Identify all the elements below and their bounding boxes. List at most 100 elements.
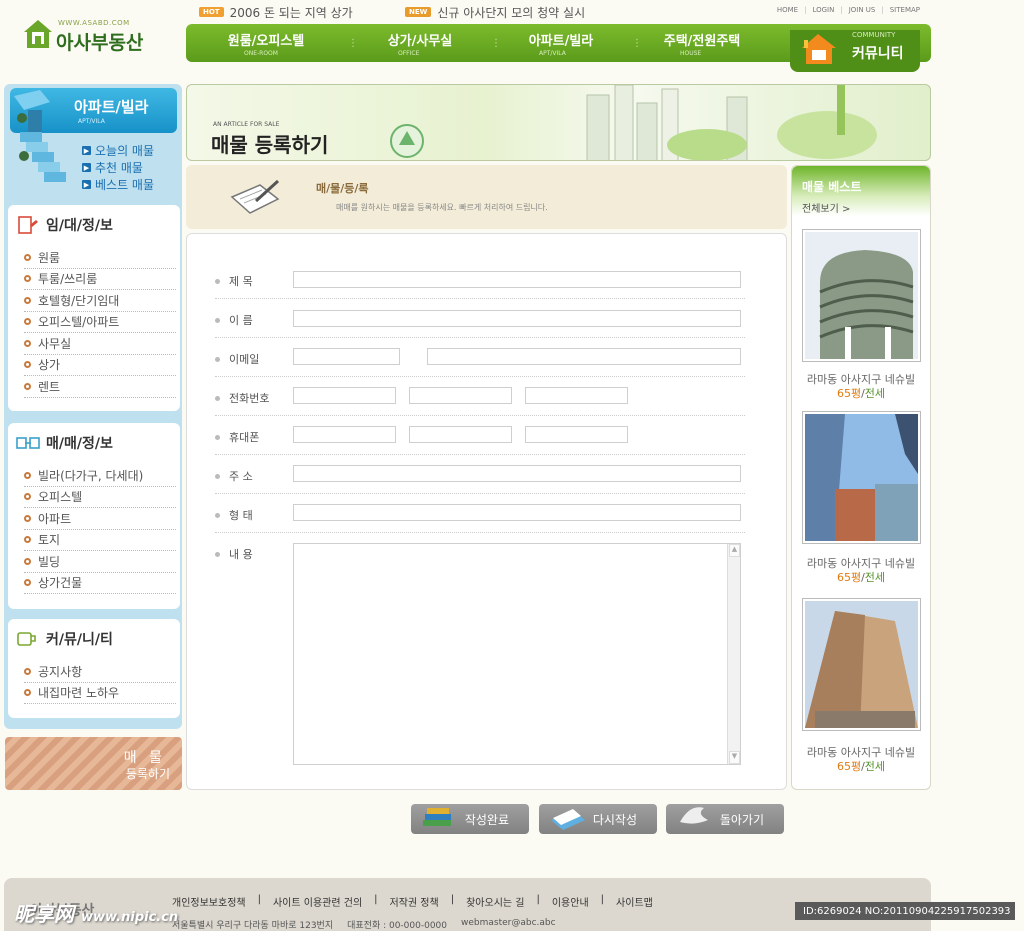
site-logo[interactable]: WWW.ASABD.COM 아사부동산 <box>22 16 182 56</box>
home-link[interactable]: HOME <box>777 6 798 14</box>
watermark-right: ID:6269024 NO:20110904225917502393 <box>795 902 1015 920</box>
content-desc: 매매를 원하시는 매물을 등록하세요. 빠르게 처리하여 드립니다. <box>336 203 548 212</box>
menu-tworoom[interactable]: 투룸/쓰리룸 <box>24 269 176 290</box>
content-textarea[interactable]: ▲ ▼ <box>293 543 741 765</box>
up-arrow-circle-icon <box>390 124 424 158</box>
menu-building[interactable]: 빌딩 <box>24 551 176 573</box>
textarea-scrollbar[interactable]: ▲ ▼ <box>727 544 740 764</box>
page-banner: AN ARTICLE FOR SALE 매물 등록하기 <box>186 84 931 161</box>
directions-link[interactable]: 찾아오시는 길 <box>466 894 524 909</box>
best-title: 매물 베스트 <box>802 180 862 194</box>
nav-oneroom[interactable]: 원룸/오피스텔 ONE-ROOM <box>196 30 336 57</box>
content-header: 매/물/등/록 매매를 원하시는 매물을 등록하세요. 빠르게 처리하여 드립니… <box>186 165 787 229</box>
sidebar-banner: 아파트/빌라 APT/VILA ▶ 오늘의 매물 ▶ 추천 매물 ▶ 베스트 매물 <box>10 88 178 196</box>
row-type: 형 태 <box>215 494 745 533</box>
news-hot[interactable]: HOT 2006 돈 되는 지역 상가 <box>199 4 353 20</box>
menu-hotel[interactable]: 호텔형/단기임대 <box>24 290 176 312</box>
privacy-link[interactable]: 개인정보보호정책 <box>172 894 246 909</box>
menu-villa[interactable]: 빌라(다가구, 다세대) <box>24 465 176 487</box>
phone-input-1[interactable] <box>293 387 396 404</box>
register-form: 제 목 이 름 이메일 전화번호 휴대폰 주 소 형 태 내 용 ▲ ▼ <box>186 233 787 790</box>
listing-thumb-2[interactable] <box>802 411 921 544</box>
logo-url: WWW.ASABD.COM <box>58 19 130 27</box>
news-new-text[interactable]: 신규 아사단지 모의 청약 실시 <box>437 4 585 21</box>
address-input[interactable] <box>293 465 741 482</box>
menu-rent[interactable]: 렌트 <box>24 376 176 398</box>
nav-community[interactable]: COMMUNITY 커뮤니티 <box>790 30 920 72</box>
hot-badge: HOT <box>199 7 224 17</box>
watermark-left: 昵享网 www.nipic.cn <box>14 902 179 926</box>
sitemap-footer-link[interactable]: 사이트맵 <box>616 894 653 909</box>
menu-notice[interactable]: 공지사항 <box>24 661 176 683</box>
content-title: 매/물/등/록 <box>316 182 369 195</box>
footer-email[interactable]: webmaster@abc.abc <box>461 918 556 931</box>
community-house-icon <box>802 34 836 64</box>
menu-apartment[interactable]: 아파트 <box>24 508 176 530</box>
building-image-icon <box>805 232 918 359</box>
logo-name: 아사부동산 <box>56 32 144 54</box>
guide-link[interactable]: 이용안내 <box>552 894 589 909</box>
mobile-input-3[interactable] <box>525 426 628 443</box>
menu-knowhow[interactable]: 내집마련 노하우 <box>24 683 176 704</box>
arrow-icon: ▶ <box>82 163 91 172</box>
page-title: 매물 등록하기 <box>211 133 329 157</box>
join-link[interactable]: JOIN US <box>849 6 876 14</box>
menu-store-building[interactable]: 상가건물 <box>24 573 176 594</box>
arrow-icon: ▶ <box>82 180 91 189</box>
link-recommend[interactable]: ▶ 추천 매물 <box>82 159 154 176</box>
sitemap-link[interactable]: SITEMAP <box>890 6 920 14</box>
house-logo-icon <box>24 20 52 48</box>
section-title: 커/뮤/니/티 <box>16 629 113 649</box>
stairs-illustration-icon <box>14 90 66 182</box>
listing-thumb-3[interactable] <box>802 598 921 731</box>
news-hot-text[interactable]: 2006 돈 되는 지역 상가 <box>230 4 353 21</box>
arrow-icon: ▶ <box>82 146 91 155</box>
menu-land[interactable]: 토지 <box>24 530 176 551</box>
sidebar-banner-title: 아파트/빌라 <box>74 98 149 116</box>
scroll-up-icon[interactable]: ▲ <box>729 544 740 557</box>
bird-icon <box>680 807 708 824</box>
copyright-link[interactable]: 저작권 정책 <box>390 894 439 909</box>
nav-house[interactable]: 주택/전원주택 HOUSE <box>632 30 772 57</box>
city-illustration-icon <box>586 85 877 160</box>
link-today[interactable]: ▶ 오늘의 매물 <box>82 142 154 159</box>
type-input[interactable] <box>293 504 741 521</box>
section-title: 매/매/정/보 <box>16 433 113 453</box>
listing-thumb-1[interactable] <box>802 229 921 362</box>
mobile-input-1[interactable] <box>293 426 396 443</box>
listing-caption-3[interactable]: 라마동 아사지구 네슈빌 65평/전세 <box>792 746 930 774</box>
reset-button[interactable]: 다시작성 <box>539 804 657 834</box>
login-link[interactable]: LOGIN <box>812 6 834 14</box>
email-domain-input[interactable] <box>427 348 741 365</box>
phone-input-2[interactable] <box>409 387 512 404</box>
back-button[interactable]: 돌아가기 <box>666 804 784 834</box>
sidebar-quick-links: ▶ 오늘의 매물 ▶ 추천 매물 ▶ 베스트 매물 <box>82 142 154 193</box>
row-phone: 전화번호 <box>215 377 745 416</box>
menu-office[interactable]: 사무실 <box>24 333 176 355</box>
register-banner[interactable]: 매 물 등록하기 <box>5 737 182 790</box>
menu-officetel-apt[interactable]: 오피스텔/아파트 <box>24 312 176 333</box>
row-address: 주 소 <box>215 455 745 494</box>
sidebar-banner-sub: APT/VILA <box>78 118 105 125</box>
menu-officetel[interactable]: 오피스텔 <box>24 487 176 508</box>
news-new[interactable]: NEW 신규 아사단지 모의 청약 실시 <box>405 4 585 20</box>
menu-oneroom[interactable]: 원룸 <box>24 247 176 269</box>
view-all-link[interactable]: 전체보기 > <box>802 200 850 215</box>
menu-store[interactable]: 상가 <box>24 355 176 376</box>
listing-caption-2[interactable]: 라마동 아사지구 네슈빌 65평/전세 <box>792 557 930 585</box>
nav-office[interactable]: 상가/사무실 OFFICE <box>350 30 490 57</box>
scroll-down-icon[interactable]: ▼ <box>729 751 740 764</box>
building-image-icon <box>805 601 918 728</box>
footer-links: 개인정보보호정책 | 사이트 이용관련 건의 | 저작권 정책 | 찾아오시는 길 | … <box>172 894 653 909</box>
name-input[interactable] <box>293 310 741 327</box>
suggestion-link[interactable]: 사이트 이용관련 건의 <box>273 894 362 909</box>
mobile-input-2[interactable] <box>409 426 512 443</box>
listing-caption-1[interactable]: 라마동 아사지구 네슈빌 65평/전세 <box>792 373 930 401</box>
nav-apt[interactable]: 아파트/빌라 APT/VILA <box>491 30 631 57</box>
banner-sub: AN ARTICLE FOR SALE <box>213 121 280 128</box>
title-input[interactable] <box>293 271 741 288</box>
email-id-input[interactable] <box>293 348 400 365</box>
link-best[interactable]: ▶ 베스트 매물 <box>82 176 154 193</box>
phone-input-3[interactable] <box>525 387 628 404</box>
submit-button[interactable]: 작성완료 <box>411 804 529 834</box>
